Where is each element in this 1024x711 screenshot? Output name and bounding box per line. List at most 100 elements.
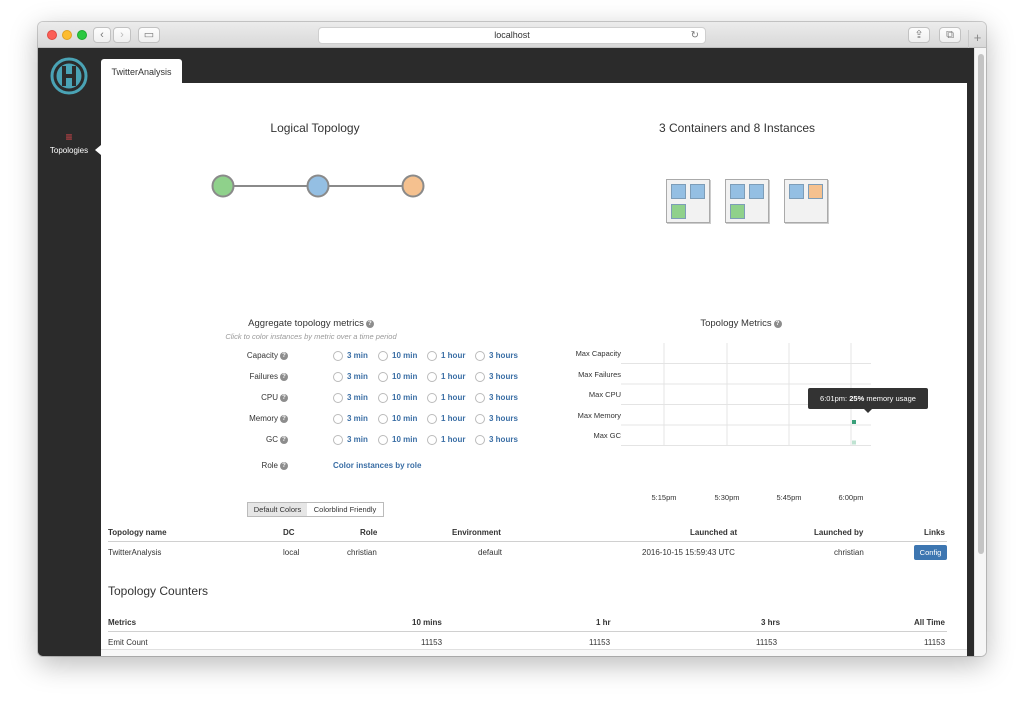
- logical-topology-title: Logical Topology: [270, 121, 360, 135]
- time-option[interactable]: 1 hour: [441, 413, 465, 425]
- main-content: Logical Topology 3 Containers and 8 Inst…: [101, 83, 967, 656]
- browser-toolbar: ‹ › ▭ localhost ↻ ⇪ ⧉ +: [38, 22, 986, 48]
- tooltip-value: 25%: [849, 394, 865, 403]
- forward-button[interactable]: ›: [113, 27, 131, 43]
- time-option[interactable]: 1 hour: [441, 350, 465, 362]
- scroll-thumb[interactable]: [978, 54, 984, 554]
- radio-button[interactable]: [378, 435, 388, 445]
- col-header-all-time: All Time: [914, 618, 945, 627]
- help-icon[interactable]: ?: [280, 373, 288, 381]
- time-option[interactable]: 3 hours: [489, 434, 518, 446]
- time-option[interactable]: 3 min: [347, 434, 368, 446]
- radio-button[interactable]: [475, 435, 485, 445]
- container-box[interactable]: [784, 179, 828, 223]
- time-option[interactable]: 3 hours: [489, 350, 518, 362]
- instance-cell[interactable]: [690, 184, 705, 199]
- time-option[interactable]: 10 min: [392, 371, 417, 383]
- help-icon[interactable]: ?: [773, 320, 782, 328]
- sidebar: ≡ Topologies: [38, 48, 101, 656]
- radio-button[interactable]: [475, 393, 485, 403]
- radio-button[interactable]: [475, 351, 485, 361]
- time-option[interactable]: 3 hours: [489, 392, 518, 404]
- tab-label: TwitterAnalysis: [111, 67, 172, 77]
- radio-button[interactable]: [475, 372, 485, 382]
- instance-cell[interactable]: [671, 184, 686, 199]
- tooltip-suffix: memory usage: [866, 394, 916, 403]
- help-icon[interactable]: ?: [280, 394, 288, 402]
- metric-cell[interactable]: [852, 440, 856, 445]
- share-button[interactable]: ⇪: [908, 27, 930, 43]
- radio-button[interactable]: [333, 435, 343, 445]
- config-button[interactable]: Config: [914, 545, 947, 560]
- metric-label: Capacity?: [247, 350, 288, 362]
- radio-button[interactable]: [427, 351, 437, 361]
- instance-cell[interactable]: [730, 184, 745, 199]
- minimize-window-button[interactable]: [62, 30, 72, 40]
- help-icon[interactable]: ?: [280, 462, 288, 470]
- color-by-role-link[interactable]: Color instances by role: [333, 460, 421, 472]
- radio-button[interactable]: [378, 351, 388, 361]
- topology-counters-title: Topology Counters: [108, 584, 209, 598]
- close-window-button[interactable]: [47, 30, 57, 40]
- radio-button[interactable]: [378, 372, 388, 382]
- new-tab-button[interactable]: +: [968, 30, 986, 48]
- help-icon[interactable]: ?: [280, 415, 288, 423]
- back-button[interactable]: ‹: [93, 27, 111, 43]
- heron-logo-icon[interactable]: [50, 57, 88, 95]
- container-box[interactable]: [666, 179, 710, 223]
- help-icon[interactable]: ?: [365, 320, 374, 328]
- metric-row-label: Max GC: [593, 431, 621, 440]
- radio-button[interactable]: [427, 372, 437, 382]
- metric-row-failures: Failures? 3 min 10 min 1 hour 3 hours: [181, 371, 518, 383]
- spout-node[interactable]: [211, 174, 235, 198]
- instance-cell[interactable]: [808, 184, 823, 199]
- radio-button[interactable]: [333, 372, 343, 382]
- instance-cell[interactable]: [749, 184, 764, 199]
- sidebar-toggle-button[interactable]: ▭: [138, 27, 160, 43]
- metric-label: GC?: [266, 434, 288, 446]
- time-option[interactable]: 10 min: [392, 413, 417, 425]
- metric-cell[interactable]: [852, 420, 856, 424]
- tab-twitteranalysis[interactable]: TwitterAnalysis: [101, 59, 182, 83]
- time-option[interactable]: 3 hours: [489, 413, 518, 425]
- help-icon[interactable]: ?: [280, 352, 288, 360]
- zoom-window-button[interactable]: [77, 30, 87, 40]
- time-option[interactable]: 3 min: [347, 413, 368, 425]
- radio-button[interactable]: [333, 414, 343, 424]
- time-option[interactable]: 10 min: [392, 434, 417, 446]
- radio-button[interactable]: [475, 414, 485, 424]
- show-tabs-button[interactable]: ⧉: [939, 27, 961, 43]
- radio-button[interactable]: [427, 414, 437, 424]
- time-option[interactable]: 1 hour: [441, 392, 465, 404]
- time-option[interactable]: 3 min: [347, 371, 368, 383]
- default-colors-button[interactable]: Default Colors: [247, 502, 308, 517]
- radio-button[interactable]: [427, 435, 437, 445]
- page-scrollbar[interactable]: [974, 48, 986, 656]
- time-option[interactable]: 1 hour: [441, 434, 465, 446]
- help-icon[interactable]: ?: [280, 436, 288, 444]
- radio-button[interactable]: [333, 351, 343, 361]
- bolt-node[interactable]: [306, 174, 330, 198]
- sidebar-item-topologies[interactable]: ≡ Topologies: [38, 131, 101, 166]
- time-option[interactable]: 3 min: [347, 350, 368, 362]
- radio-button[interactable]: [427, 393, 437, 403]
- radio-button[interactable]: [333, 393, 343, 403]
- colorblind-friendly-button[interactable]: Colorblind Friendly: [307, 502, 384, 517]
- container-box[interactable]: [725, 179, 769, 223]
- forward-icon: ›: [120, 29, 124, 41]
- time-option[interactable]: 10 min: [392, 392, 417, 404]
- instance-cell[interactable]: [789, 184, 804, 199]
- address-bar[interactable]: localhost ↻: [318, 27, 706, 44]
- reload-icon[interactable]: ↻: [691, 28, 699, 43]
- instance-cell[interactable]: [671, 204, 686, 219]
- url-text: localhost: [494, 30, 530, 40]
- bolt-node[interactable]: [401, 174, 425, 198]
- time-option[interactable]: 3 min: [347, 392, 368, 404]
- radio-button[interactable]: [378, 393, 388, 403]
- plus-icon: +: [973, 30, 982, 45]
- radio-button[interactable]: [378, 414, 388, 424]
- time-option[interactable]: 3 hours: [489, 371, 518, 383]
- time-option[interactable]: 1 hour: [441, 371, 465, 383]
- instance-cell[interactable]: [730, 204, 745, 219]
- time-option[interactable]: 10 min: [392, 350, 417, 362]
